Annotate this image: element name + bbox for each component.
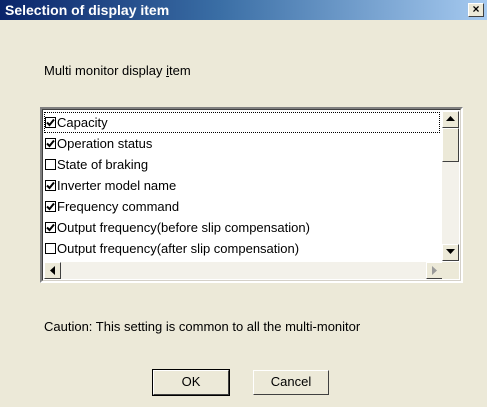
title-bar[interactable]: Selection of display item × [0,0,487,20]
label-part-1: Multi monitor display [44,63,167,78]
list-item[interactable]: Inverter model name [44,175,440,196]
vertical-scrollbar[interactable] [442,111,459,261]
list-item-label: Output frequency(before slip compensatio… [57,220,310,235]
close-button[interactable]: × [468,3,484,17]
arrow-right-icon [432,266,437,275]
checkmark-icon [46,181,55,190]
list-item[interactable]: Capacity [44,112,440,133]
horizontal-scrollbar[interactable] [44,262,443,279]
checkbox-checked[interactable] [45,138,56,149]
list-item[interactable]: Output frequency(before slip compensatio… [44,217,440,238]
scroll-down-button[interactable] [442,244,459,261]
list-item-label: State of braking [57,157,149,172]
checkbox-checked[interactable] [45,117,56,128]
arrow-down-icon [446,249,455,254]
list-item[interactable]: Output frequency(after slip compensation… [44,238,440,259]
checkmark-icon [46,139,55,148]
window-title: Selection of display item [5,2,170,18]
scroll-right-button[interactable] [426,262,443,279]
checkmark-icon [46,223,55,232]
checkbox-unchecked[interactable] [45,243,56,254]
caution-text: Caution: This setting is common to all t… [44,319,361,334]
list-content: Capacity Operation status State of braking… [44,112,440,261]
list-item-label: Operation status [57,136,153,151]
arrow-left-icon [50,266,55,275]
checkmark-icon [46,202,55,211]
list-item[interactable]: Operation status [44,133,440,154]
arrow-up-icon [446,116,455,121]
close-icon: × [472,2,480,16]
scroll-corner [442,262,459,279]
list-item-label: Frequency command [57,199,180,214]
checkbox-unchecked[interactable] [45,159,56,170]
list-item-label: Output frequency(after slip compensation… [57,241,300,256]
vertical-scroll-thumb[interactable] [442,128,459,162]
list-item-label: Inverter model name [57,178,177,193]
checkbox-checked[interactable] [45,222,56,233]
label-part-2: tem [169,63,191,78]
multi-monitor-label: Multi monitor display item [44,63,191,78]
checkbox-checked[interactable] [45,201,56,212]
scroll-left-button[interactable] [44,262,61,279]
checkbox-checked[interactable] [45,180,56,191]
checkmark-icon [46,118,55,127]
dialog-window: Selection of display item × Multi monito… [0,0,487,407]
list-item[interactable]: Frequency command [44,196,440,217]
display-item-listbox[interactable]: Capacity Operation status State of braking… [40,107,463,283]
ok-button[interactable]: OK [152,369,230,396]
scroll-up-button[interactable] [442,111,459,128]
cancel-button[interactable]: Cancel [253,370,329,395]
list-item[interactable]: State of braking [44,154,440,175]
list-item-label: Capacity [57,115,108,130]
